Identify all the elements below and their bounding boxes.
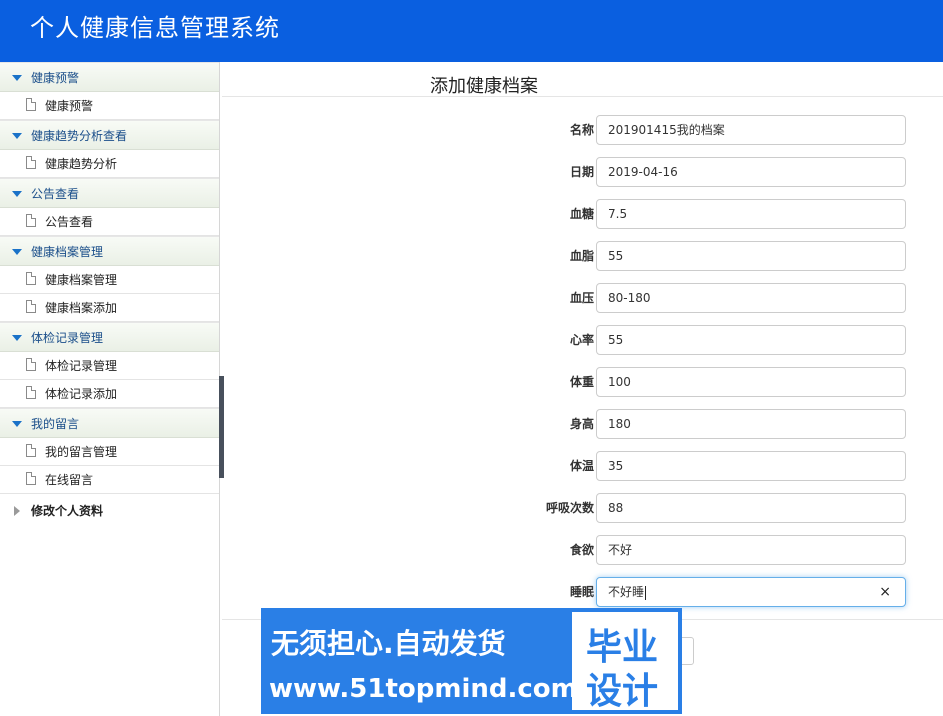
sidebar-group-label: 我的留言 (31, 417, 80, 431)
page-title: 添加健康档案 (430, 76, 538, 97)
sleep-input-value: 不好睡 (608, 585, 645, 599)
sidebar-item-label: 我的留言管理 (45, 445, 118, 459)
respiration-input[interactable]: 88 (596, 493, 906, 523)
text-cursor (645, 585, 647, 600)
document-icon (26, 300, 36, 313)
caret-down-icon (12, 133, 22, 139)
sidebar-item-edit-profile[interactable]: 修改个人资料 (0, 494, 219, 528)
form-row-appetite: 食欲 不好 (222, 534, 943, 566)
sidebar-item-label: 健康趋势分析 (45, 157, 118, 171)
form-row-blood-pressure: 血压 80-180 (222, 282, 943, 314)
watermark-badge: 毕业 设计 (572, 612, 678, 712)
watermark-banner: 无须担心.自动发货 www.51topmind.com 毕业 设计 (261, 608, 682, 714)
field-label: 心率 (569, 333, 594, 347)
sidebar-item-label: 健康档案添加 (45, 301, 118, 315)
sidebar-item-checkup-add[interactable]: 体检记录添加 (0, 380, 219, 408)
form-row-temperature: 体温 35 (222, 450, 943, 482)
field-label: 名称 (569, 123, 594, 137)
form-row-name: 名称 201901415我的档案 (222, 114, 943, 146)
field-label: 睡眠 (569, 585, 594, 599)
document-icon (26, 472, 36, 485)
caret-right-icon (14, 506, 20, 516)
sidebar-item-announcements[interactable]: 公告查看 (0, 208, 219, 236)
caret-down-icon (12, 75, 22, 81)
sidebar-group-label: 公告查看 (31, 187, 80, 201)
watermark-url: www.51topmind.com (269, 674, 578, 704)
sidebar-group-health-warning[interactable]: 健康预警 (0, 62, 219, 92)
document-icon (26, 358, 36, 371)
form-row-blood-sugar: 血糖 7.5 (222, 198, 943, 230)
sidebar-group-announcements[interactable]: 公告查看 (0, 178, 219, 208)
field-label: 体温 (569, 459, 594, 473)
sidebar-group-label: 健康档案管理 (31, 245, 104, 259)
caret-down-icon (12, 249, 22, 255)
document-icon (26, 444, 36, 457)
sidebar-item-label: 健康预警 (45, 99, 94, 113)
document-icon (26, 214, 36, 227)
field-label: 呼吸次数 (545, 501, 594, 515)
document-icon (26, 386, 36, 399)
field-label: 血糖 (569, 207, 594, 221)
form-row-respiration: 呼吸次数 88 (222, 492, 943, 524)
sidebar-item-online-message[interactable]: 在线留言 (0, 466, 219, 494)
sidebar-item-label: 公告查看 (45, 215, 94, 229)
sidebar-item-label: 在线留言 (45, 473, 94, 487)
name-input[interactable]: 201901415我的档案 (596, 115, 906, 145)
field-label: 血压 (569, 291, 594, 305)
document-icon (26, 98, 36, 111)
blood-sugar-input[interactable]: 7.5 (596, 199, 906, 229)
field-label: 身高 (569, 417, 594, 431)
caret-down-icon (12, 191, 22, 197)
sidebar-item-trend-analysis[interactable]: 健康趋势分析 (0, 150, 219, 178)
field-label: 食欲 (569, 543, 594, 557)
sidebar-group-trend-analysis[interactable]: 健康趋势分析查看 (0, 120, 219, 150)
watermark-badge-line2: 设计 (586, 671, 659, 712)
caret-down-icon (12, 421, 22, 427)
temperature-input[interactable]: 35 (596, 451, 906, 481)
sidebar-group-messages[interactable]: 我的留言 (0, 408, 219, 438)
height-input[interactable]: 180 (596, 409, 906, 439)
form-row-heart-rate: 心率 55 (222, 324, 943, 356)
sidebar-group-label: 健康趋势分析查看 (31, 129, 128, 143)
sidebar-item-label: 体检记录管理 (45, 359, 118, 373)
form-row-blood-lipid: 血脂 55 (222, 240, 943, 272)
divider (222, 96, 943, 97)
watermark-slogan: 无须担心.自动发货 (271, 627, 506, 660)
sidebar-group-health-records[interactable]: 健康档案管理 (0, 236, 219, 266)
sidebar-item-health-records-add[interactable]: 健康档案添加 (0, 294, 219, 322)
field-label: 血脂 (569, 249, 594, 263)
date-input[interactable]: 2019-04-16 (596, 157, 906, 187)
field-label: 日期 (569, 165, 594, 179)
document-icon (26, 156, 36, 169)
sidebar-group-checkup-records[interactable]: 体检记录管理 (0, 322, 219, 352)
sleep-input[interactable]: 不好睡 × (596, 577, 906, 607)
app-header: 个人健康信息管理系统 (0, 0, 943, 62)
form-row-date: 日期 2019-04-16 (222, 156, 943, 188)
form-row-weight: 体重 100 (222, 366, 943, 398)
heart-rate-input[interactable]: 55 (596, 325, 906, 355)
sidebar-item-health-records-manage[interactable]: 健康档案管理 (0, 266, 219, 294)
sidebar-group-label: 健康预警 (31, 71, 80, 85)
clear-icon[interactable]: × (879, 578, 891, 606)
sidebar-item-label: 修改个人资料 (31, 504, 104, 518)
field-label: 体重 (569, 375, 594, 389)
form-row-sleep: 睡眠 不好睡 × (222, 576, 943, 608)
blood-pressure-input[interactable]: 80-180 (596, 283, 906, 313)
caret-down-icon (12, 335, 22, 341)
document-icon (26, 272, 36, 285)
sidebar-item-label: 健康档案管理 (45, 273, 118, 287)
sidebar: 健康预警 健康预警 健康趋势分析查看 健康趋势分析 公告查看 公告查看 健康档案… (0, 62, 220, 716)
sidebar-group-label: 体检记录管理 (31, 331, 104, 345)
weight-input[interactable]: 100 (596, 367, 906, 397)
form-row-height: 身高 180 (222, 408, 943, 440)
sidebar-item-checkup-manage[interactable]: 体检记录管理 (0, 352, 219, 380)
sidebar-item-health-warning[interactable]: 健康预警 (0, 92, 219, 120)
app-title: 个人健康信息管理系统 (30, 14, 280, 42)
appetite-input[interactable]: 不好 (596, 535, 906, 565)
sidebar-item-label: 体检记录添加 (45, 387, 118, 401)
blood-lipid-input[interactable]: 55 (596, 241, 906, 271)
sidebar-item-messages-manage[interactable]: 我的留言管理 (0, 438, 219, 466)
